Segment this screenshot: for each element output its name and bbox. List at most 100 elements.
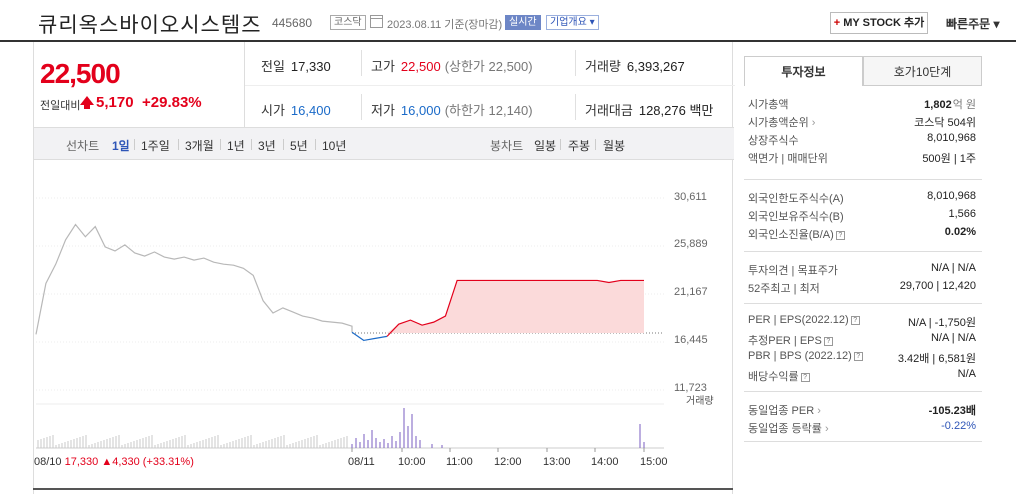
amount-label: 거래대금 [585,103,633,118]
foreign-ratio-label: 외국인소진율(B/A)? [748,226,845,242]
market-badge: 코스닥 [330,15,366,30]
x-tick-label: 14:00 [591,456,619,468]
tab-weekly[interactable]: 주봉 [568,137,590,154]
low-cell: 저가 16,000 (하한가 12,140) [371,100,533,119]
per-label-text: PER | EPS(2022.12) [748,314,849,326]
current-price: 22,500 [40,58,121,89]
price-chart: 30,611 25,889 21,167 16,445 11,723 거래량 0… [34,160,734,494]
pbr-label: PBR | BPS (2022.12)? [748,350,863,362]
help-icon[interactable]: ? [835,230,845,240]
foreign-hold-value: 1,566 [948,208,976,220]
help-icon[interactable]: ? [823,336,833,346]
prev-close-cell: 전일 17,330 [261,56,331,75]
realtime-button[interactable]: 실시간 [505,15,541,30]
industry-section: 동일업종 PER › -105.23배 동일업종 등락률 › -0.22% [744,392,982,442]
cap-rank-label[interactable]: 시가총액순위 › [748,114,815,130]
market-cap-value: 1,802억 원 [924,96,976,112]
price-chart-svg [35,197,664,452]
tab-1w[interactable]: 1주일 [141,137,170,154]
x-tick-label: 12:00 [494,456,522,468]
volume-label: 거래량 [585,59,621,74]
stock-name: 큐리옥스바이오시스템즈 [38,14,262,37]
high-label: 고가 [371,59,395,74]
pbr-label-text: PBR | BPS (2022.12) [748,350,852,362]
industry-per-number: -105.23배 [928,405,976,417]
est-per-label: 추정PER | EPS? [748,332,833,348]
industry-per-label[interactable]: 동일업종 PER › [748,402,821,418]
y-tick-label: 25,889 [674,238,708,250]
opinion-section: 투자의견 | 목표주가 N/A | N/A 52주최고 | 최저 29,700 | … [744,252,982,304]
candle-chart-label: 봉차트 [490,139,524,153]
valuation-section: PER | EPS(2022.12)? N/A | -1,750원 추정PER |… [744,304,982,392]
low-label: 저가 [371,103,395,118]
help-icon[interactable]: ? [853,351,863,361]
stock-code: 445680 [272,16,313,30]
plus-icon: + [833,17,841,29]
x-tick-label: 11:00 [446,456,473,468]
52w-value: 29,700 | 12,420 [899,280,976,292]
chevron-right-icon: › [817,405,821,417]
foreign-section: 외국인한도주식수(A) 8,010,968 외국인보유주식수(B) 1,566 외국… [744,180,982,252]
price-block: 22,500 전일대비 5,170 +29.83% [34,42,244,128]
cap-rank-value: 코스닥 504위 [914,117,976,129]
pbr-value: 3.42배 | 6,581원 [897,353,976,365]
quote-panel: 22,500 전일대비 5,170 +29.83% 전일 17,330 고가 22,… [33,42,735,494]
price-stats: 전일 17,330 고가 22,500 (상한가 22,500) 거래량 6,393,2… [244,42,735,128]
dividend-label-text: 배당수익률 [748,371,799,383]
open-label: 시가 [261,103,285,118]
low-value: 16,000 [400,103,441,118]
shares-label: 상장주식수 [748,135,799,147]
gain-area [387,280,644,334]
investment-info-panel: 투자정보 호가10단계 시가총액 1,802억 원 시가총액순위 › 코스닥 504… [744,56,982,446]
y-tick-label: 21,167 [674,286,708,298]
open-cell: 시가 16,400 [261,100,331,119]
tab-10y[interactable]: 10년 [322,137,346,154]
tab-1y[interactable]: 1년 [227,137,245,154]
industry-per-value: -105.23배 [929,402,976,418]
footer-change: ▲4,330 [101,456,140,468]
help-icon[interactable]: ? [800,372,810,382]
add-mystock-button[interactable]: + MY STOCK 추가 [830,12,928,34]
tab-5y[interactable]: 5년 [290,137,308,154]
volume-legend: 거래량 [686,396,714,407]
industry-rate-label[interactable]: 동일업종 등락률 › [748,420,829,436]
x-tick-label: 15:00 [640,456,668,468]
est-per-value: N/A | N/A [930,332,976,344]
vs-label: 전일대비 [40,100,81,112]
help-icon[interactable]: ? [850,315,860,325]
per-value: N/A | -1,750원 [907,317,976,329]
prev-day-line [35,223,353,335]
prev-close-label: 전일 [261,59,285,74]
foreign-limit-value: 8,010,968 [927,190,976,202]
tab-3m[interactable]: 3개월 [185,137,214,154]
shares-value: 8,010,968 [927,132,976,144]
est-per-label-text: 추정PER | EPS [748,335,822,347]
y-tick-label: 30,611 [674,191,707,203]
today-down-line [351,331,388,342]
x-tick-label: 13:00 [543,456,571,468]
x-tick-label: 08/11 [348,456,375,468]
per-label: PER | EPS(2022.12)? [748,314,860,326]
base-date: 2023.08.11 기준(장마감) [387,19,503,31]
lower-limit: (하한가 12,140) [444,103,533,118]
footer-pct: (+33.31%) [142,456,194,468]
tab-order-book-10[interactable]: 호가10단계 [863,56,982,86]
chevron-right-icon: › [811,117,816,129]
corp-overview-dropdown[interactable]: 기업개요 ▾ [546,15,599,30]
opinion-value: N/A | N/A [930,262,976,274]
high-value: 22,500 [400,59,441,74]
y-tick-label: 16,445 [674,334,708,346]
foreign-ratio-value: 0.02% [945,226,976,238]
tab-3y[interactable]: 3년 [258,137,276,154]
chart-footer-prev-day: 08/10 17,330 ▲4,330 (+33.31%) [34,456,194,468]
add-mystock-label: MY STOCK 추가 [843,17,925,29]
market-cap-number: 1,802 [924,99,952,111]
foreign-ratio-number: 0.02% [944,226,976,238]
tab-investment-info[interactable]: 투자정보 [744,56,863,86]
up-arrow-icon [80,96,94,109]
quick-order-dropdown[interactable]: 빠른주문 ▾ [946,15,1000,32]
face-value: 500원 | 1주 [922,153,976,165]
tab-daily[interactable]: 일봉 [534,137,556,154]
tab-1d[interactable]: 1일 [112,137,130,154]
tab-monthly[interactable]: 월봉 [603,137,625,154]
